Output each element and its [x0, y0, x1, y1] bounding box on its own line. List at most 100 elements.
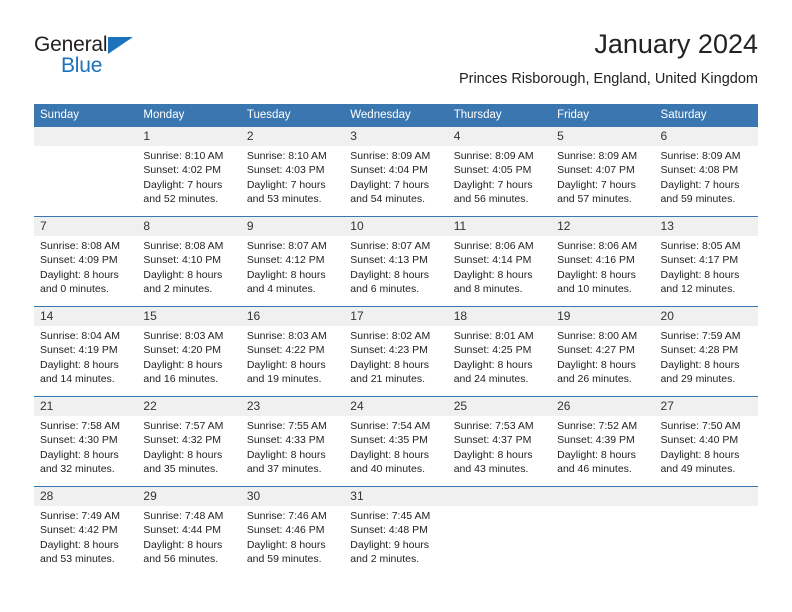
day-number: 14 [34, 307, 138, 326]
calendar-cell[interactable]: 8 Sunrise: 8:08 AM Sunset: 4:10 PM Daylight… [137, 216, 241, 307]
daylight-text-line1: Daylight: 8 hours [557, 268, 636, 281]
sunset-text: Sunset: 4:37 PM [453, 434, 532, 447]
calendar-cell[interactable]: 9 Sunrise: 8:07 AM Sunset: 4:12 PM Daylight… [240, 216, 345, 307]
daylight-text-line2: and 43 minutes. [453, 462, 529, 475]
calendar-cell[interactable]: 24 Sunrise: 7:54 AM Sunset: 4:35 PM Dayligh… [344, 396, 448, 487]
day-number: 19 [551, 307, 655, 326]
day-number: 7 [34, 217, 138, 236]
weekday-header-saturday: Saturday [654, 104, 758, 127]
sunrise-text: Sunrise: 7:52 AM [557, 420, 638, 432]
day-sun-info: Sunrise: 8:08 AM Sunset: 4:10 PM Daylight:… [137, 236, 240, 296]
day-sun-info: Sunrise: 8:07 AM Sunset: 4:12 PM Daylight:… [241, 236, 344, 296]
calendar-cell[interactable]: 29 Sunrise: 7:48 AM Sunset: 4:44 PM Dayligh… [137, 486, 241, 576]
daylight-text-line1: Daylight: 8 hours [246, 268, 326, 281]
daylight-text-line2: and 29 minutes. [660, 372, 736, 385]
sunset-text: Sunset: 4:22 PM [246, 344, 325, 357]
calendar-cell[interactable]: 20 Sunrise: 7:59 AM Sunset: 4:28 PM Dayligh… [654, 306, 758, 397]
calendar-cell[interactable]: 18 Sunrise: 8:01 AM Sunset: 4:25 PM Dayligh… [447, 306, 552, 397]
day-cell: 27 Sunrise: 7:50 AM Sunset: 4:40 PM Dayligh… [654, 397, 758, 486]
day-sun-info: Sunrise: 7:50 AM Sunset: 4:40 PM Daylight:… [655, 416, 758, 476]
daylight-text-line1: Daylight: 8 hours [40, 538, 119, 551]
daylight-text-line1: Daylight: 8 hours [453, 448, 533, 461]
calendar-cell[interactable]: 5 Sunrise: 8:09 AM Sunset: 4:07 PM Daylight… [551, 127, 655, 217]
weekday-header-row: Sunday Monday Tuesday Wednesday Thursday… [34, 104, 758, 127]
calendar-cell[interactable]: 31 Sunrise: 7:45 AM Sunset: 4:48 PM Dayligh… [344, 486, 448, 576]
sunrise-text: Sunrise: 8:01 AM [453, 330, 534, 342]
calendar-cell[interactable]: 6 Sunrise: 8:09 AM Sunset: 4:08 PM Daylight… [654, 127, 758, 217]
sunset-text: Sunset: 4:33 PM [246, 434, 325, 447]
day-number: 1 [137, 127, 241, 146]
day-cell [34, 127, 138, 216]
day-number: 6 [654, 127, 758, 146]
daylight-text-line2: and 56 minutes. [453, 192, 529, 205]
day-cell: 19 Sunrise: 8:00 AM Sunset: 4:27 PM Dayligh… [551, 307, 655, 396]
day-sun-info: Sunrise: 8:10 AM Sunset: 4:02 PM Daylight:… [137, 146, 240, 206]
day-sun-info: Sunrise: 7:55 AM Sunset: 4:33 PM Daylight:… [241, 416, 344, 476]
calendar-cell[interactable]: 11 Sunrise: 8:06 AM Sunset: 4:14 PM Dayligh… [447, 216, 552, 307]
daylight-text-line1: Daylight: 8 hours [350, 268, 430, 281]
calendar-cell[interactable]: 27 Sunrise: 7:50 AM Sunset: 4:40 PM Dayligh… [654, 396, 758, 487]
daylight-text-line1: Daylight: 7 hours [660, 178, 740, 191]
logo-text-blue: Blue [61, 54, 103, 77]
weekday-header-monday: Monday [137, 104, 241, 127]
calendar-cell[interactable]: 23 Sunrise: 7:55 AM Sunset: 4:33 PM Dayligh… [240, 396, 345, 487]
calendar-cell[interactable]: 14 Sunrise: 8:04 AM Sunset: 4:19 PM Dayligh… [34, 306, 138, 397]
day-sun-info: Sunrise: 8:08 AM Sunset: 4:09 PM Daylight:… [34, 236, 137, 296]
calendar-cell[interactable] [34, 127, 138, 217]
calendar-cell[interactable]: 3 Sunrise: 8:09 AM Sunset: 4:04 PM Daylight… [344, 127, 448, 217]
calendar-cell[interactable]: 7 Sunrise: 8:08 AM Sunset: 4:09 PM Daylight… [34, 216, 138, 307]
day-cell: 8 Sunrise: 8:08 AM Sunset: 4:10 PM Daylight… [137, 217, 241, 306]
calendar-cell[interactable]: 1 Sunrise: 8:10 AM Sunset: 4:02 PM Daylight… [137, 127, 241, 217]
calendar-cell[interactable]: 15 Sunrise: 8:03 AM Sunset: 4:20 PM Dayligh… [137, 306, 241, 397]
daylight-text-line2: and 14 minutes. [40, 372, 115, 385]
sunrise-text: Sunrise: 8:06 AM [557, 240, 638, 252]
day-number: 25 [447, 397, 552, 416]
day-sun-info: Sunrise: 7:46 AM Sunset: 4:46 PM Daylight:… [241, 506, 344, 566]
daylight-text-line1: Daylight: 7 hours [246, 178, 326, 191]
calendar-cell[interactable]: 28 Sunrise: 7:49 AM Sunset: 4:42 PM Dayligh… [34, 486, 138, 576]
daylight-text-line2: and 2 minutes. [143, 282, 213, 295]
day-number: 16 [240, 307, 345, 326]
calendar-cell[interactable]: 21 Sunrise: 7:58 AM Sunset: 4:30 PM Dayligh… [34, 396, 138, 487]
daylight-text-line2: and 24 minutes. [453, 372, 529, 385]
sunrise-text: Sunrise: 7:58 AM [40, 420, 120, 432]
calendar-cell[interactable]: 19 Sunrise: 8:00 AM Sunset: 4:27 PM Dayligh… [551, 306, 655, 397]
day-cell: 31 Sunrise: 7:45 AM Sunset: 4:48 PM Dayligh… [344, 487, 448, 576]
calendar-cell[interactable]: 13 Sunrise: 8:05 AM Sunset: 4:17 PM Dayligh… [654, 216, 758, 307]
sunrise-text: Sunrise: 7:54 AM [350, 420, 431, 432]
calendar-cell[interactable]: 16 Sunrise: 8:03 AM Sunset: 4:22 PM Dayligh… [240, 306, 345, 397]
day-number: 30 [240, 487, 345, 506]
weekday-header-wednesday: Wednesday [344, 104, 448, 127]
day-number: 4 [447, 127, 552, 146]
daylight-text-line2: and 0 minutes. [40, 282, 109, 295]
daylight-text-line1: Daylight: 8 hours [40, 448, 119, 461]
calendar-cell[interactable]: 2 Sunrise: 8:10 AM Sunset: 4:03 PM Daylight… [240, 127, 345, 217]
day-cell: 24 Sunrise: 7:54 AM Sunset: 4:35 PM Dayligh… [344, 397, 448, 486]
daylight-text-line1: Daylight: 8 hours [246, 538, 326, 551]
calendar-cell[interactable] [447, 486, 552, 576]
day-sun-info: Sunrise: 8:10 AM Sunset: 4:03 PM Daylight:… [241, 146, 344, 206]
sunset-text: Sunset: 4:17 PM [660, 254, 739, 267]
calendar-cell[interactable]: 22 Sunrise: 7:57 AM Sunset: 4:32 PM Dayligh… [137, 396, 241, 487]
calendar-cell[interactable]: 4 Sunrise: 8:09 AM Sunset: 4:05 PM Daylight… [447, 127, 552, 217]
calendar-cell[interactable] [551, 486, 655, 576]
daylight-text-line2: and 6 minutes. [350, 282, 420, 295]
calendar-cell[interactable]: 26 Sunrise: 7:52 AM Sunset: 4:39 PM Dayligh… [551, 396, 655, 487]
sunrise-text: Sunrise: 8:07 AM [350, 240, 431, 252]
calendar-cell[interactable]: 12 Sunrise: 8:06 AM Sunset: 4:16 PM Dayligh… [551, 216, 655, 307]
calendar-cell[interactable]: 30 Sunrise: 7:46 AM Sunset: 4:46 PM Dayligh… [240, 486, 345, 576]
calendar-cell[interactable]: 10 Sunrise: 8:07 AM Sunset: 4:13 PM Dayligh… [344, 216, 448, 307]
daylight-text-line1: Daylight: 8 hours [350, 358, 430, 371]
sunrise-text: Sunrise: 8:07 AM [246, 240, 327, 252]
day-number: 8 [137, 217, 241, 236]
daylight-text-line1: Daylight: 9 hours [350, 538, 430, 551]
calendar-week-row: 7 Sunrise: 8:08 AM Sunset: 4:09 PM Daylight… [34, 216, 758, 307]
daylight-text-line1: Daylight: 8 hours [143, 358, 223, 371]
calendar-cell[interactable] [654, 486, 758, 576]
calendar-cell[interactable]: 25 Sunrise: 7:53 AM Sunset: 4:37 PM Dayligh… [447, 396, 552, 487]
calendar-cell[interactable]: 17 Sunrise: 8:02 AM Sunset: 4:23 PM Dayligh… [344, 306, 448, 397]
daylight-text-line1: Daylight: 8 hours [143, 538, 223, 551]
day-number: 23 [240, 397, 345, 416]
weekday-header-tuesday: Tuesday [240, 104, 345, 127]
sunrise-text: Sunrise: 7:53 AM [453, 420, 534, 432]
